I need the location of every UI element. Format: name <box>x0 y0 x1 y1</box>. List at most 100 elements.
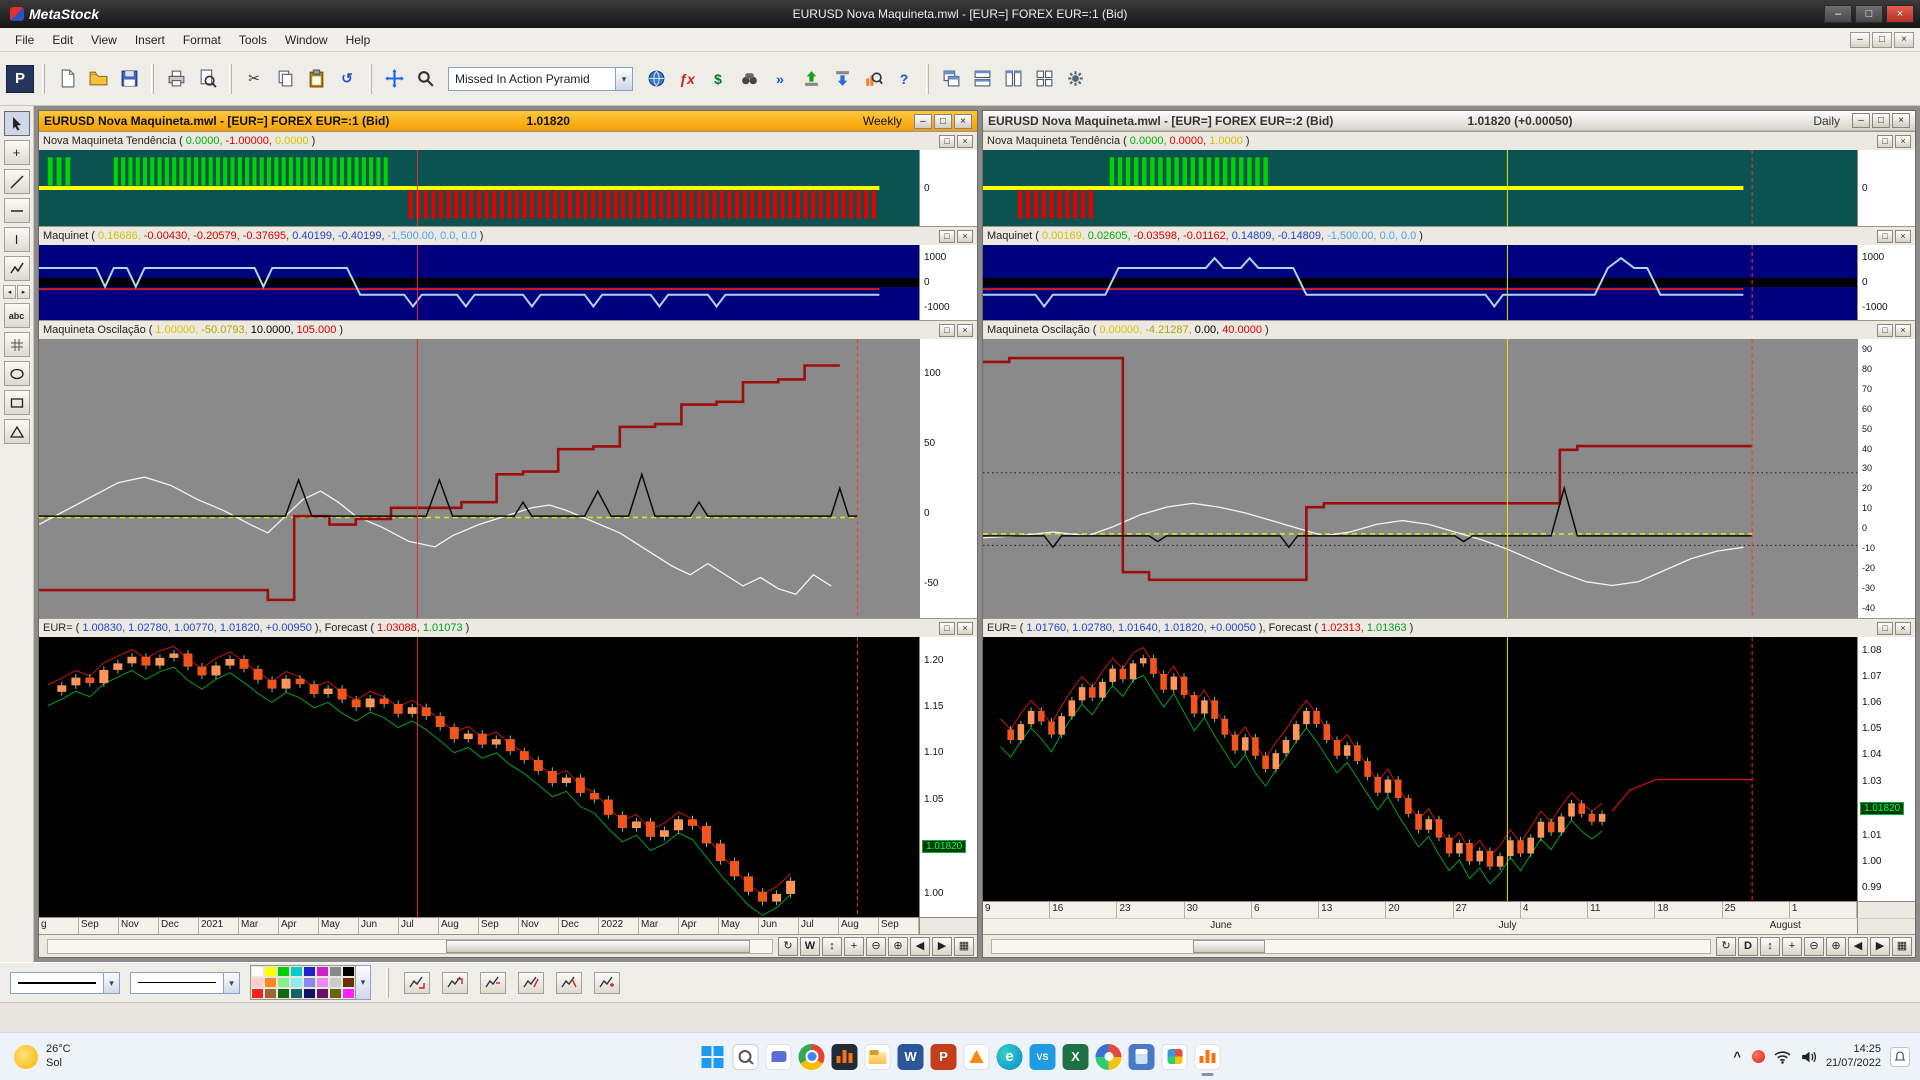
cascade-windows-button[interactable] <box>937 65 965 93</box>
price-chart[interactable] <box>39 637 919 917</box>
horizontal-line-tool[interactable] <box>4 198 30 223</box>
h-scrollbar-thumb[interactable] <box>1193 940 1265 953</box>
settings-button[interactable] <box>1061 65 1089 93</box>
menu-edit[interactable]: Edit <box>43 30 82 50</box>
h-scrollbar-thumb[interactable] <box>446 940 750 953</box>
page-right-button[interactable]: ▶ <box>1870 937 1890 956</box>
color-swatch[interactable] <box>316 988 329 999</box>
panel-close-button[interactable]: × <box>957 135 973 148</box>
color-swatch[interactable] <box>329 966 342 977</box>
indicator-builder-button[interactable]: ƒx <box>673 65 701 93</box>
taskbar-browser-button[interactable] <box>1096 1044 1122 1070</box>
upload-button[interactable] <box>797 65 825 93</box>
panel-header[interactable]: Maquinet(0.00169,0.02605,-0.03598,-0.011… <box>983 227 1915 245</box>
panel-restore-button[interactable]: □ <box>939 135 955 148</box>
menu-view[interactable]: View <box>82 30 126 50</box>
color-swatch[interactable] <box>290 988 303 999</box>
panel-header[interactable]: Maquineta Oscilação(0.00000,-4.21287,0.0… <box>983 321 1915 339</box>
doc-restore-button[interactable]: □ <box>1872 32 1892 48</box>
pan-tool-button[interactable]: + <box>844 937 864 956</box>
doc-minimize-button[interactable]: – <box>1850 32 1870 48</box>
zoom-in-button[interactable]: ⊕ <box>1826 937 1846 956</box>
panel-restore-button[interactable]: □ <box>939 324 955 337</box>
price-chart[interactable] <box>983 637 1857 901</box>
color-swatch[interactable] <box>316 966 329 977</box>
color-swatch[interactable] <box>290 966 303 977</box>
window-close-button[interactable]: × <box>1892 113 1910 128</box>
doc-close-button[interactable]: × <box>1894 32 1914 48</box>
taskbar-powerpoint-button[interactable]: P <box>931 1044 957 1070</box>
taskbar-excel-button[interactable]: X <box>1063 1044 1089 1070</box>
scale-preset-3[interactable] <box>480 972 506 994</box>
window-minimize-button[interactable]: – <box>914 114 932 129</box>
panel-close-button[interactable]: × <box>1895 324 1911 337</box>
cut-button[interactable]: ✂ <box>240 65 268 93</box>
volume-icon[interactable] <box>1800 1050 1817 1064</box>
panel-header[interactable]: Maquineta Oscilação(1.00000,-50.0793,10.… <box>39 321 977 339</box>
page-left-button[interactable]: ◀ <box>910 937 930 956</box>
line-weight-select[interactable]: ▾ <box>130 972 240 994</box>
taskbar-word-button[interactable]: W <box>898 1044 924 1070</box>
color-swatch[interactable] <box>264 988 277 999</box>
menu-file[interactable]: File <box>6 30 43 50</box>
new-chart-button[interactable] <box>53 65 81 93</box>
color-swatch[interactable] <box>303 977 316 988</box>
chart-find-button[interactable] <box>859 65 887 93</box>
app-minimize-button[interactable]: – <box>1824 5 1852 23</box>
window-titlebar[interactable]: EURUSD Nova Maquineta.mwl - [EUR=] FOREX… <box>39 111 977 131</box>
panel-close-button[interactable]: × <box>1895 622 1911 635</box>
taskbar-vlc-button[interactable] <box>964 1044 990 1070</box>
pan-tool-button[interactable]: + <box>1782 937 1802 956</box>
color-swatch[interactable] <box>329 977 342 988</box>
window-restore-button[interactable]: □ <box>934 114 952 129</box>
line-style-select[interactable]: ▾ <box>10 972 120 994</box>
template-select[interactable]: Missed In Action Pyramid ▾ <box>448 67 633 91</box>
window-restore-button[interactable]: □ <box>1872 113 1890 128</box>
wifi-icon[interactable] <box>1774 1050 1791 1064</box>
color-swatch[interactable] <box>316 977 329 988</box>
taskbar-chrome-button[interactable] <box>799 1044 825 1070</box>
panel-restore-button[interactable]: □ <box>1877 324 1893 337</box>
save-button[interactable] <box>115 65 143 93</box>
zoom-out-button[interactable]: ⊖ <box>1804 937 1824 956</box>
scale-fit-button[interactable]: ↕ <box>822 937 842 956</box>
panel-close-button[interactable]: × <box>957 230 973 243</box>
taskbar-start-button[interactable] <box>700 1044 726 1070</box>
data-window-button[interactable]: ▦ <box>954 937 974 956</box>
tendencia-chart[interactable] <box>39 150 919 226</box>
panel-close-button[interactable]: × <box>957 324 973 337</box>
pointer-tool[interactable] <box>4 111 30 136</box>
taskbar-search-button[interactable] <box>733 1044 759 1070</box>
crosshair-tool[interactable]: + <box>4 140 30 165</box>
h-scrollbar[interactable] <box>47 939 773 954</box>
taskbar-calculator-button[interactable] <box>1129 1044 1155 1070</box>
scale-preset-6[interactable] <box>594 972 620 994</box>
polyline-tool[interactable] <box>4 256 30 281</box>
taskbar-chat-button[interactable] <box>766 1044 792 1070</box>
window-close-button[interactable]: × <box>954 114 972 129</box>
tendencia-chart[interactable] <box>983 150 1857 226</box>
taskbar-edge-button[interactable]: e <box>997 1044 1023 1070</box>
scale-preset-5[interactable] <box>556 972 582 994</box>
print-preview-button[interactable] <box>193 65 221 93</box>
tile-vertical-button[interactable] <box>999 65 1027 93</box>
window-titlebar[interactable]: EURUSD Nova Maquineta.mwl - [EUR=] FOREX… <box>983 111 1915 131</box>
palette-prev-button[interactable]: ◂ <box>3 285 16 299</box>
panel-header[interactable]: EUR=(1.00830,1.02780,1.00770,1.01820,+0.… <box>39 619 977 637</box>
paste-button[interactable] <box>302 65 330 93</box>
system-tester-button[interactable]: $ <box>704 65 732 93</box>
periodicity-weekly-button[interactable]: W <box>800 937 820 956</box>
taskbar-weather-widget[interactable]: 26°C Sol <box>0 1043 85 1069</box>
zoom-button[interactable] <box>411 65 439 93</box>
power-console-button[interactable]: P <box>6 65 34 93</box>
chevron-down-icon[interactable]: ▾ <box>103 973 119 993</box>
grid-tool[interactable] <box>4 332 30 357</box>
page-left-button[interactable]: ◀ <box>1848 937 1868 956</box>
panel-header[interactable]: Maquinet(0.16686,-0.00430,-0.20579,-0.37… <box>39 227 977 245</box>
data-window-button[interactable]: ▦ <box>1892 937 1912 956</box>
chevron-down-icon[interactable]: ▾ <box>615 68 632 90</box>
color-swatch[interactable] <box>303 966 316 977</box>
trendline-tool[interactable] <box>4 169 30 194</box>
color-swatch[interactable] <box>342 977 355 988</box>
taskbar-clock[interactable]: 14:25 21/07/2022 <box>1826 1043 1881 1071</box>
